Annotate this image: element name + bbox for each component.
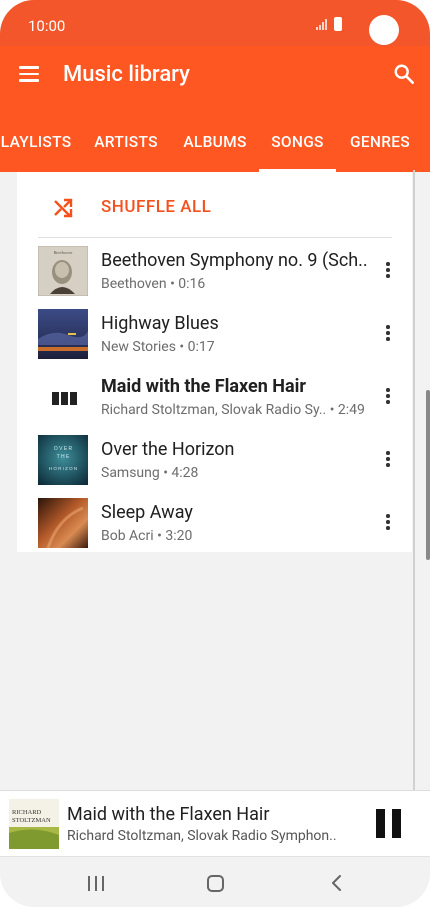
page-title: Music library (63, 62, 190, 87)
more-vert-icon[interactable] (384, 325, 392, 343)
shuffle-all-button[interactable]: SHUFFLE ALL (17, 172, 412, 238)
song-subtitle: Bob Acri • 3:20 (101, 528, 193, 544)
panel-edge (413, 170, 415, 790)
song-title: Sleep Away (101, 502, 193, 523)
status-bar: 10:00 (0, 0, 430, 46)
tab-playlists[interactable]: PLAYLISTS (0, 108, 76, 172)
back-button[interactable] (329, 874, 345, 892)
album-art (38, 309, 88, 359)
song-title: Over the Horizon (101, 439, 235, 460)
song-row[interactable]: O V E R T H E H O R I Z O N Over the Hor… (17, 427, 412, 490)
tab-bar: PLAYLISTS ARTISTS ALBUMS SONGS GENRES (0, 108, 430, 172)
system-nav-bar (0, 856, 430, 907)
song-subtitle: New Stories • 0:17 (101, 339, 215, 355)
album-art-text: T H E (57, 454, 70, 460)
shuffle-all-label: SHUFFLE ALL (101, 197, 212, 217)
album-art-text: STOLTZMAN (12, 817, 51, 824)
song-subtitle: Beethoven • 0:16 (101, 276, 206, 292)
song-row[interactable]: Sleep Away Bob Acri • 3:20 (17, 490, 412, 553)
tab-artists[interactable]: ARTISTS (88, 108, 164, 172)
app-bar: Music library (0, 46, 430, 108)
now-playing-bar[interactable]: RICHARD STOLTZMAN Maid with the Flaxen H… (0, 790, 430, 857)
album-art-text: O V E R (54, 446, 73, 452)
song-subtitle: Samsung • 4:28 (101, 465, 199, 481)
album-art-text: RICHARD (12, 809, 42, 816)
status-time: 10:00 (28, 17, 66, 35)
now-playing-artist: Richard Stoltzman, Slovak Radio Symphon.… (67, 828, 337, 844)
pause-icon (376, 809, 385, 838)
song-list: SHUFFLE ALL Beethoven Beethoven Symphony… (17, 172, 412, 552)
more-vert-icon[interactable] (384, 451, 392, 469)
song-row[interactable]: Highway Blues New Stories • 0:17 (17, 301, 412, 364)
album-art-text: H O R I Z O N (49, 466, 77, 471)
menu-icon[interactable] (19, 66, 39, 82)
song-row[interactable]: Beethoven Beethoven Symphony no. 9 (Sch.… (17, 238, 412, 301)
more-vert-icon[interactable] (384, 514, 392, 532)
song-row-playing[interactable]: Maid with the Flaxen Hair Richard Stoltz… (17, 364, 412, 427)
tab-albums[interactable]: ALBUMS (176, 108, 254, 172)
equalizer-icon (52, 392, 77, 405)
more-vert-icon[interactable] (384, 388, 392, 406)
now-playing-album-art: RICHARD STOLTZMAN (9, 799, 59, 849)
song-title: Maid with the Flaxen Hair (101, 376, 306, 397)
home-button[interactable] (207, 875, 224, 892)
more-vert-icon[interactable] (384, 262, 392, 280)
album-art: O V E R T H E H O R I Z O N (38, 435, 88, 485)
song-subtitle: Richard Stoltzman, Slovak Radio Sy.. • 2… (101, 402, 365, 418)
tab-songs[interactable]: SONGS (259, 108, 336, 172)
signal-icon (316, 19, 327, 30)
album-art (38, 498, 88, 548)
album-art: Beethoven (38, 246, 88, 296)
recent-apps-button[interactable] (88, 876, 106, 891)
tab-genres[interactable]: GENRES (343, 108, 417, 172)
front-camera (369, 15, 399, 45)
search-icon[interactable] (393, 63, 415, 85)
shuffle-icon (54, 198, 73, 218)
phone-screen: 10:00 Music library PLAYLISTS ARTISTS AL… (0, 0, 430, 907)
song-title: Beethoven Symphony no. 9 (Sch.. (101, 250, 368, 271)
pause-button[interactable] (368, 805, 408, 845)
now-playing-title: Maid with the Flaxen Hair (67, 804, 270, 825)
song-title: Highway Blues (101, 313, 219, 334)
scrollbar[interactable] (426, 390, 430, 560)
battery-icon (334, 17, 342, 31)
album-art-text: Beethoven (54, 250, 73, 255)
